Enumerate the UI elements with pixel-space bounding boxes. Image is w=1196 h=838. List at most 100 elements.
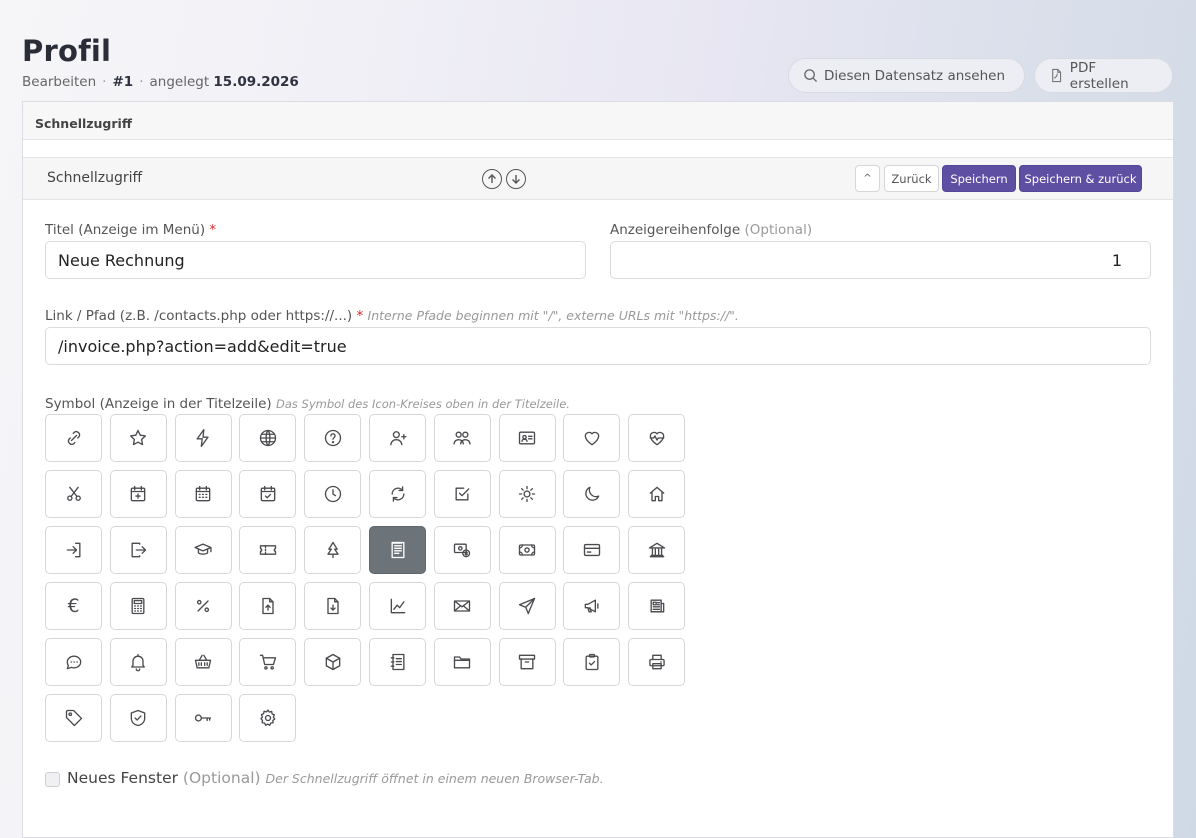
- symbol-option-cart[interactable]: [239, 638, 297, 686]
- sun-icon: [518, 485, 536, 503]
- symbol-option-bell[interactable]: [109, 638, 167, 686]
- euro-icon: €: [67, 595, 80, 617]
- symbol-option-shield-check[interactable]: [109, 694, 167, 742]
- dollar-cash-icon: [454, 543, 471, 558]
- symbol-option-megaphone[interactable]: [563, 582, 621, 630]
- new-window-checkbox[interactable]: [45, 772, 60, 787]
- symbol-option-gear[interactable]: [239, 694, 297, 742]
- symbol-option-folder[interactable]: [433, 638, 491, 686]
- symbol-option-heart-pulse[interactable]: [628, 414, 686, 462]
- symbol-option-money-bill[interactable]: [498, 526, 556, 574]
- symbol-option-dollar-cash[interactable]: [433, 526, 491, 574]
- symbol-option-sign-in[interactable]: [45, 526, 102, 574]
- symbol-option-tree[interactable]: [304, 526, 362, 574]
- pdf-file-icon: [1052, 68, 1062, 83]
- symbol-option-file-download[interactable]: [304, 582, 362, 630]
- collapse-button[interactable]: ^: [855, 165, 880, 192]
- symbol-option-calendar-plus[interactable]: [109, 470, 167, 518]
- symbol-option-bank[interactable]: [628, 526, 686, 574]
- symbol-option-lightning[interactable]: [174, 414, 232, 462]
- symbol-option-send[interactable]: [498, 582, 556, 630]
- symbol-option-printer[interactable]: [628, 638, 686, 686]
- symbol-option-star[interactable]: [109, 414, 167, 462]
- title-input[interactable]: Neue Rechnung: [45, 241, 586, 279]
- symbol-option-calculator[interactable]: [109, 582, 167, 630]
- symbol-option-archive[interactable]: [498, 638, 556, 686]
- symbol-option-line-chart[interactable]: [369, 582, 426, 630]
- symbol-option-chat[interactable]: [45, 638, 102, 686]
- symbol-hint: Das Symbol des Icon-Kreises oben in der …: [275, 397, 570, 411]
- send-icon: [518, 597, 536, 615]
- symbol-option-invoice-receipt[interactable]: [369, 526, 426, 574]
- symbol-option-scissors[interactable]: [45, 470, 102, 518]
- heart-icon: [584, 431, 600, 446]
- symbol-option-refresh[interactable]: [369, 470, 426, 518]
- symbol-label-text: Symbol (Anzeige in der Titelzeile): [45, 396, 272, 412]
- symbol-option-calendar-check[interactable]: [239, 470, 297, 518]
- save-and-back-button[interactable]: Speichern & zurück: [1019, 165, 1142, 192]
- file-upload-icon: [262, 597, 274, 615]
- notebook-icon: [390, 653, 404, 671]
- symbol-option-file-upload[interactable]: [239, 582, 297, 630]
- symbol-option-basket[interactable]: [174, 638, 232, 686]
- house-icon: [649, 486, 665, 502]
- money-bill-icon: [518, 544, 536, 556]
- symbol-option-credit-card[interactable]: [563, 526, 621, 574]
- graduation-cap-icon: [194, 543, 212, 555]
- lightning-icon: [196, 429, 209, 447]
- pdf-label: PDF erstellen: [1069, 59, 1129, 92]
- ticket-icon: [259, 545, 277, 555]
- symbol-option-calendar-grid[interactable]: [174, 470, 232, 518]
- symbol-option-checkbox[interactable]: [433, 470, 491, 518]
- order-input[interactable]: 1: [610, 241, 1151, 279]
- symbol-option-newspaper[interactable]: [628, 582, 686, 630]
- symbol-option-globe[interactable]: [239, 414, 297, 462]
- gear-icon: [260, 709, 276, 726]
- symbol-option-notebook[interactable]: [369, 638, 426, 686]
- symbol-option-clock[interactable]: [304, 470, 362, 518]
- save-button[interactable]: Speichern: [942, 165, 1016, 192]
- megaphone-icon: [584, 599, 599, 613]
- clock-icon: [324, 485, 341, 503]
- view-record-button[interactable]: Diesen Datensatz ansehen: [788, 58, 1025, 93]
- back-button[interactable]: Zurück: [884, 165, 939, 192]
- symbol-option-key[interactable]: [174, 694, 232, 742]
- symbol-option-add-user[interactable]: [369, 414, 426, 462]
- pdf-button[interactable]: PDF erstellen: [1034, 58, 1173, 93]
- symbol-option-graduation-cap[interactable]: [174, 526, 232, 574]
- symbol-option-house[interactable]: [628, 470, 686, 518]
- archive-icon: [518, 654, 536, 670]
- symbol-option-percent[interactable]: [174, 582, 232, 630]
- symbol-label: Symbol (Anzeige in der Titelzeile) Das S…: [45, 396, 570, 412]
- add-user-icon: [389, 431, 407, 446]
- symbol-option-users[interactable]: [433, 414, 491, 462]
- symbol-option-tag[interactable]: [45, 694, 102, 742]
- symbol-option-question[interactable]: [304, 414, 362, 462]
- section-title: Schnellzugriff: [47, 170, 143, 186]
- globe-icon: [259, 429, 277, 447]
- symbol-option-heart[interactable]: [563, 414, 621, 462]
- view-record-label: Diesen Datensatz ansehen: [824, 67, 1006, 84]
- created-label: angelegt: [149, 74, 210, 90]
- symbol-option-sun[interactable]: [498, 470, 556, 518]
- symbol-option-clipboard-check[interactable]: [563, 638, 621, 686]
- page-title: Profil: [22, 34, 112, 68]
- printer-icon: [648, 654, 665, 670]
- symbol-option-envelope[interactable]: [433, 582, 491, 630]
- move-up-button[interactable]: [482, 169, 502, 189]
- symbol-option-id-card[interactable]: [498, 414, 556, 462]
- symbol-option-sign-out[interactable]: [109, 526, 167, 574]
- scissors-icon: [66, 486, 81, 501]
- users-icon: [453, 431, 471, 445]
- symbol-option-euro[interactable]: €: [45, 582, 102, 630]
- tree-icon: [327, 541, 339, 559]
- symbol-option-box[interactable]: [304, 638, 362, 686]
- search-icon: [804, 69, 818, 83]
- clipboard-check-icon: [585, 653, 599, 671]
- symbol-option-moon[interactable]: [563, 470, 621, 518]
- calendar-grid-icon: [195, 485, 211, 502]
- symbol-option-ticket[interactable]: [239, 526, 297, 574]
- symbol-option-link[interactable]: [45, 414, 102, 462]
- move-down-button[interactable]: [506, 169, 526, 189]
- link-input[interactable]: /invoice.php?action=add&edit=true: [45, 327, 1151, 365]
